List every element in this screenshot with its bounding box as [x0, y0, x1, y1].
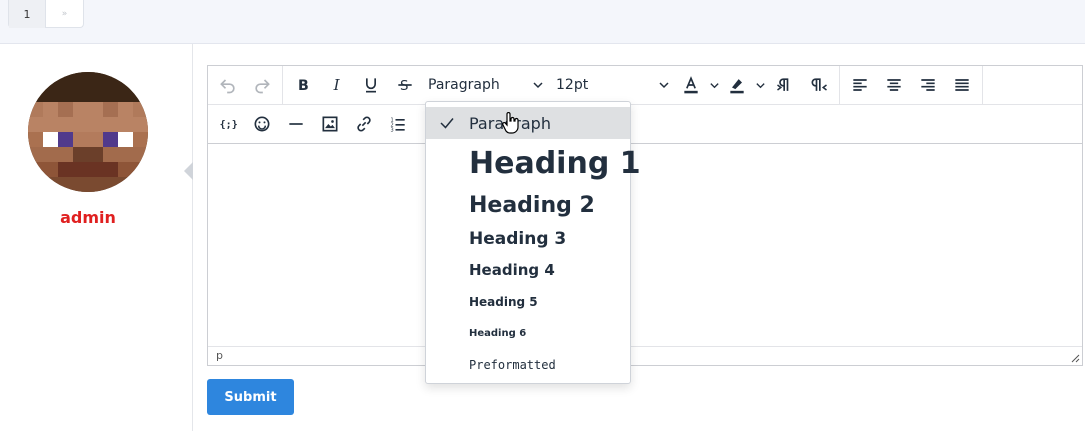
underline-button[interactable] — [354, 69, 388, 101]
editor-statusbar: p — [208, 346, 1082, 365]
rich-text-editor: B I S Paragraph 12pt {;} 1 2 3 p — [207, 65, 1083, 366]
text-color-button[interactable] — [676, 69, 706, 101]
top-strip: 1 » — [0, 0, 1085, 44]
insert-group: {;} 123 — [208, 105, 418, 143]
checkmark-icon — [440, 118, 454, 129]
horizontal-rule-button[interactable] — [279, 108, 313, 140]
svg-text:{;}: {;} — [220, 119, 238, 130]
menu-item-preformatted[interactable]: Preformatted — [426, 347, 630, 383]
align-left-button[interactable] — [843, 69, 877, 101]
resize-handle-icon[interactable] — [1070, 353, 1080, 363]
strikethrough-icon: S — [398, 79, 412, 94]
numbered-list-icon: 123 — [391, 118, 405, 134]
italic-icon: I — [333, 76, 341, 94]
redo-icon — [255, 79, 270, 94]
menu-item-heading-2[interactable]: Heading 2 — [426, 187, 630, 223]
menu-item-label: Heading 2 — [469, 192, 595, 218]
rtl-button[interactable] — [802, 69, 836, 101]
pagination: 1 » — [8, 0, 84, 28]
menu-item-paragraph[interactable]: Paragraph — [426, 107, 630, 139]
ltr-button[interactable] — [768, 69, 802, 101]
text-color-dropdown[interactable] — [706, 80, 722, 91]
rtl-icon — [811, 78, 827, 91]
user-panel: admin — [0, 44, 193, 431]
image-icon — [322, 116, 338, 132]
highlight-dropdown[interactable] — [752, 80, 768, 91]
menu-item-label: Preformatted — [469, 358, 556, 372]
align-center-icon — [887, 79, 901, 91]
chevron-down-icon — [755, 82, 765, 88]
chevron-down-icon — [533, 82, 543, 89]
submit-button[interactable]: Submit — [207, 379, 294, 415]
format-group: B I S Paragraph 12pt — [283, 66, 840, 104]
numbered-list-button[interactable]: 123 — [381, 108, 415, 140]
hand-cursor-icon — [502, 112, 519, 134]
toolbar-row-1: B I S Paragraph 12pt — [208, 66, 1082, 105]
align-group — [840, 66, 983, 104]
menu-item-heading-5[interactable]: Heading 5 — [426, 285, 630, 319]
horizontal-line-icon — [289, 123, 303, 125]
svg-text:3: 3 — [391, 128, 394, 134]
undo-button[interactable] — [211, 69, 245, 101]
undo-icon — [220, 79, 235, 94]
highlight-button[interactable] — [722, 69, 752, 101]
page-1-button[interactable]: 1 — [9, 0, 46, 28]
smiley-icon — [254, 116, 270, 132]
bold-button[interactable]: B — [286, 69, 320, 101]
menu-item-label: Heading 4 — [469, 261, 555, 279]
svg-text:I: I — [333, 76, 341, 94]
block-format-menu: Paragraph Heading 1 Heading 2 Heading 3 … — [425, 101, 641, 384]
strikethrough-button[interactable]: S — [388, 69, 422, 101]
highlight-color-split — [722, 69, 768, 101]
speech-caret — [184, 162, 193, 180]
editor-content-area[interactable] — [208, 145, 1082, 347]
username[interactable]: admin — [0, 208, 176, 227]
bold-icon: B — [298, 78, 309, 94]
chevron-down-icon — [659, 82, 669, 89]
menu-item-label: Heading 3 — [469, 229, 567, 249]
chevron-down-icon — [709, 82, 719, 88]
svg-text:S: S — [400, 79, 408, 94]
menu-item-heading-4[interactable]: Heading 4 — [426, 255, 630, 285]
menu-item-heading-6[interactable]: Heading 6 — [426, 319, 630, 347]
font-size-value: 12pt — [556, 77, 589, 93]
menu-item-label: Heading 6 — [469, 327, 527, 339]
align-center-button[interactable] — [877, 69, 911, 101]
emoticons-button[interactable] — [245, 108, 279, 140]
svg-text:B: B — [298, 78, 309, 94]
align-right-button[interactable] — [911, 69, 945, 101]
italic-button[interactable]: I — [320, 69, 354, 101]
block-format-select[interactable]: Paragraph — [422, 69, 550, 101]
ltr-icon — [777, 78, 789, 91]
avatar — [28, 72, 148, 192]
font-size-select[interactable]: 12pt — [550, 69, 676, 101]
menu-item-label: Heading 5 — [469, 295, 538, 309]
text-color-icon — [684, 76, 698, 94]
element-path[interactable]: p — [216, 349, 223, 362]
link-icon — [357, 116, 371, 132]
insert-image-button[interactable] — [313, 108, 347, 140]
menu-item-heading-1[interactable]: Heading 1 — [426, 139, 641, 187]
block-format-value: Paragraph — [428, 77, 500, 93]
align-justify-button[interactable] — [945, 69, 979, 101]
toolbar-row-2: {;} 123 — [208, 105, 1082, 144]
insert-link-button[interactable] — [347, 108, 381, 140]
next-page-button[interactable]: » — [46, 0, 83, 28]
text-color-split — [676, 69, 722, 101]
menu-item-heading-3[interactable]: Heading 3 — [426, 223, 630, 255]
redo-button[interactable] — [245, 69, 279, 101]
align-justify-icon — [955, 79, 969, 91]
code-braces-icon: {;} — [220, 119, 238, 130]
menu-item-label: Heading 1 — [469, 145, 641, 181]
code-sample-button[interactable]: {;} — [211, 108, 245, 140]
highlighter-icon — [730, 79, 744, 94]
align-right-icon — [921, 79, 935, 91]
align-left-icon — [853, 79, 867, 91]
underline-icon — [366, 78, 376, 93]
history-group — [208, 66, 283, 104]
